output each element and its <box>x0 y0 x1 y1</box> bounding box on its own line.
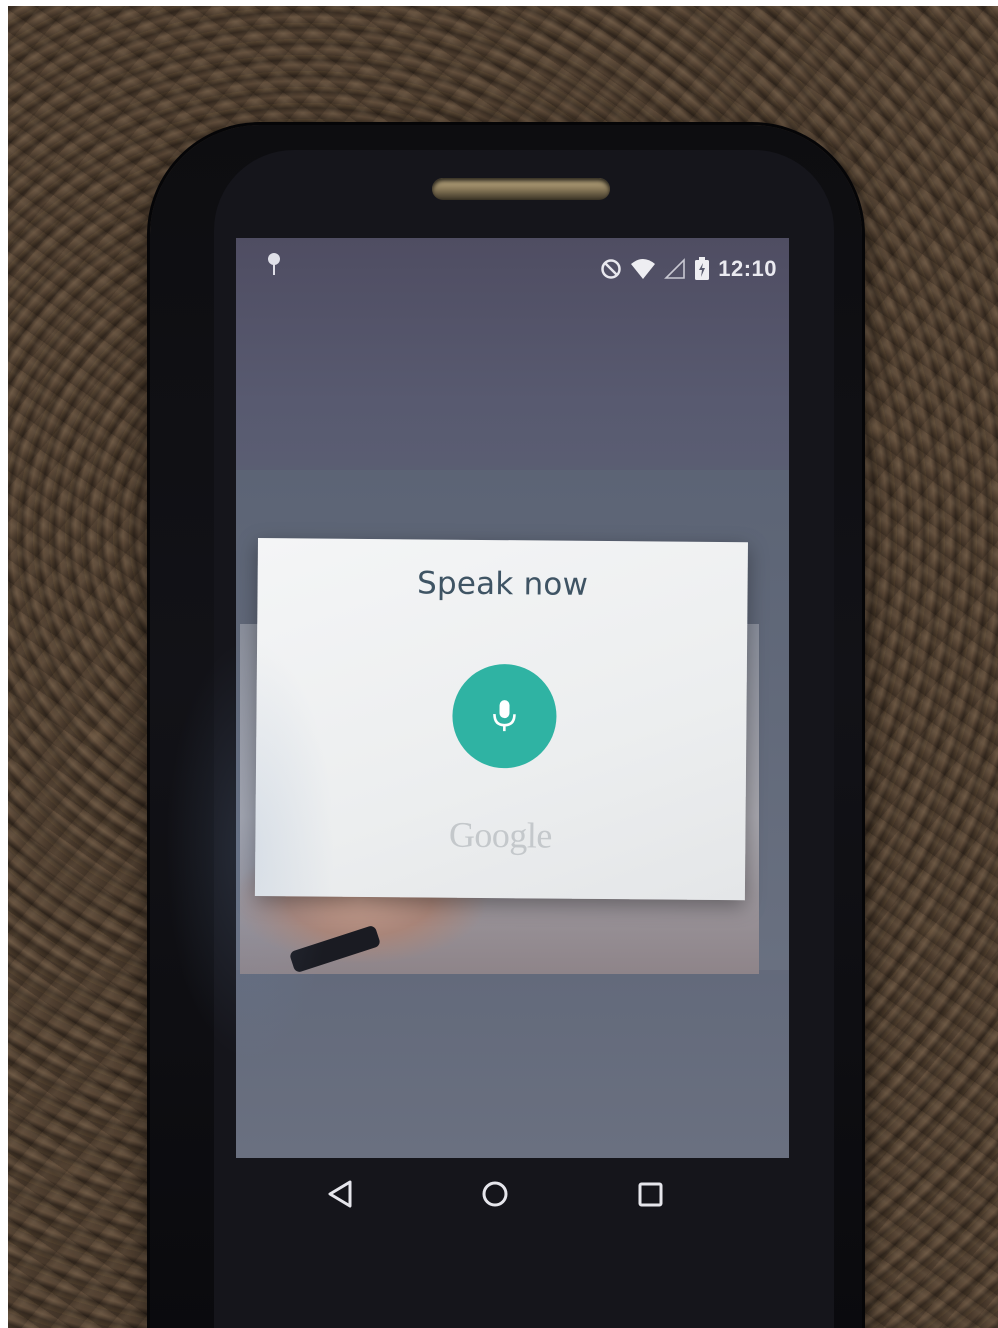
back-icon[interactable] <box>320 1174 360 1214</box>
google-logo: Google <box>448 814 553 856</box>
cell-signal-icon <box>664 258 686 279</box>
app-lower-area <box>236 974 789 1158</box>
dialog-title: Speak now <box>416 565 589 603</box>
status-icons: 12:10 <box>600 256 777 282</box>
debug-bug-icon <box>268 253 280 275</box>
recents-icon[interactable] <box>630 1174 670 1214</box>
photo: 12:10 Speak now Google <box>0 0 998 1328</box>
do-not-disturb-icon <box>601 259 621 279</box>
voice-search-dialog: Speak now Google <box>254 538 748 901</box>
status-bar: 12:10 <box>236 238 789 298</box>
microphone-icon <box>493 700 516 732</box>
navigation-bar <box>210 1160 790 1230</box>
wifi-icon <box>631 259 656 279</box>
home-icon[interactable] <box>475 1174 515 1214</box>
battery-charging-icon <box>695 257 710 280</box>
mic-button[interactable] <box>452 663 557 769</box>
status-time: 12:10 <box>718 256 777 281</box>
earpiece-speaker <box>432 178 610 200</box>
